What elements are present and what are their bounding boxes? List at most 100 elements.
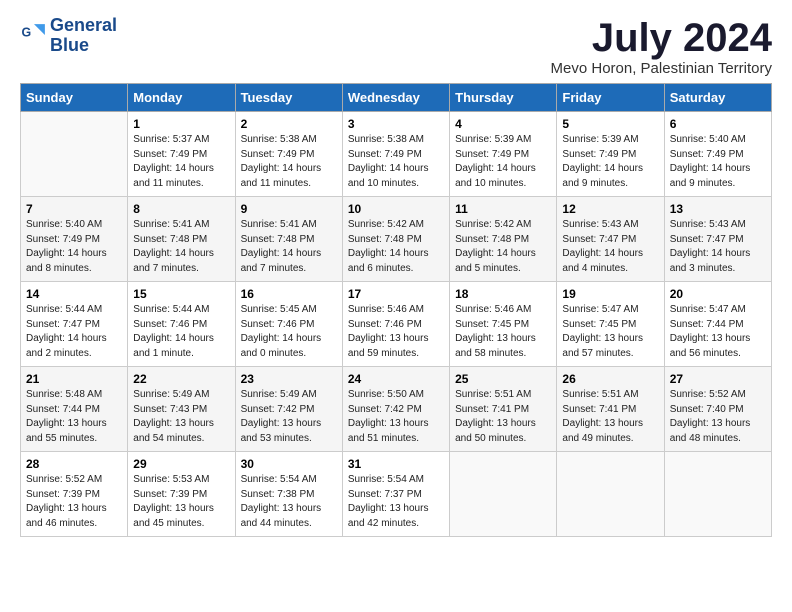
day-info: Sunrise: 5:50 AM Sunset: 7:42 PM Dayligh… (348, 388, 444, 446)
svg-text:G: G (22, 25, 32, 39)
day-info: Sunrise: 5:51 AM Sunset: 7:41 PM Dayligh… (455, 388, 551, 446)
calendar-day-cell: 12Sunrise: 5:43 AM Sunset: 7:47 PM Dayli… (557, 197, 664, 282)
calendar-day-cell: 24Sunrise: 5:50 AM Sunset: 7:42 PM Dayli… (342, 367, 449, 452)
day-number: 12 (562, 202, 658, 216)
day-info: Sunrise: 5:45 AM Sunset: 7:46 PM Dayligh… (241, 303, 337, 361)
calendar-week-row: 21 Sunrise: 5:48 AM Sunset: 7:44 PM Dayli… (21, 367, 772, 452)
calendar-day-cell: 19 Sunrise: 5:47 AM Sunset: 7:45 PM Dayli… (557, 282, 664, 367)
page-header: G General Blue July 2024 Mevo Horon, Pal… (20, 16, 772, 77)
day-number: 22 (133, 372, 229, 386)
day-number: 25 (455, 372, 551, 386)
calendar-day-cell (450, 452, 557, 537)
day-number: 16 (241, 287, 337, 301)
title-block: July 2024 Mevo Horon, Palestinian Territ… (551, 16, 772, 77)
calendar-day-cell: 29 Sunrise: 5:53 AM Sunset: 7:39 PM Dayli… (128, 452, 235, 537)
day-info: Sunrise: 5:51 AM Sunset: 7:41 PM Dayligh… (562, 388, 658, 446)
calendar-day-cell: 3 Sunrise: 5:38 AM Sunset: 7:49 PM Daylig… (342, 112, 449, 197)
weekday-header-cell: Sunday (21, 84, 128, 112)
day-number: 21 (26, 372, 122, 386)
day-info: Sunrise: 5:46 AM Sunset: 7:46 PM Dayligh… (348, 303, 444, 361)
calendar-day-cell: 14Sunrise: 5:44 AM Sunset: 7:47 PM Dayli… (21, 282, 128, 367)
calendar-body: 1 Sunrise: 5:37 AM Sunset: 7:49 PM Daylig… (21, 112, 772, 537)
calendar-day-cell: 6 Sunrise: 5:40 AM Sunset: 7:49 PM Daylig… (664, 112, 771, 197)
day-number: 5 (562, 117, 658, 131)
day-info: Sunrise: 5:48 AM Sunset: 7:44 PM Dayligh… (26, 388, 122, 446)
calendar-title: July 2024 (551, 16, 772, 60)
day-number: 30 (241, 457, 337, 471)
day-info: Sunrise: 5:39 AM Sunset: 7:49 PM Dayligh… (455, 133, 551, 191)
day-info: Sunrise: 5:38 AM Sunset: 7:49 PM Dayligh… (241, 133, 337, 191)
day-number: 3 (348, 117, 444, 131)
calendar-day-cell: 27 Sunrise: 5:52 AM Sunset: 7:40 PM Dayli… (664, 367, 771, 452)
day-info: Sunrise: 5:44 AM Sunset: 7:47 PM Dayligh… (26, 303, 122, 361)
day-info: Sunrise: 5:43 AM Sunset: 7:47 PM Dayligh… (670, 218, 766, 276)
calendar-day-cell: 30 Sunrise: 5:54 AM Sunset: 7:38 PM Dayli… (235, 452, 342, 537)
calendar-day-cell: 15 Sunrise: 5:44 AM Sunset: 7:46 PM Dayli… (128, 282, 235, 367)
calendar-day-cell (21, 112, 128, 197)
day-number: 15 (133, 287, 229, 301)
calendar-day-cell: 8Sunrise: 5:41 AM Sunset: 7:48 PM Daylig… (128, 197, 235, 282)
calendar-week-row: 1 Sunrise: 5:37 AM Sunset: 7:49 PM Daylig… (21, 112, 772, 197)
calendar-day-cell: 23Sunrise: 5:49 AM Sunset: 7:42 PM Dayli… (235, 367, 342, 452)
weekday-header-cell: Monday (128, 84, 235, 112)
day-info: Sunrise: 5:39 AM Sunset: 7:49 PM Dayligh… (562, 133, 658, 191)
day-number: 20 (670, 287, 766, 301)
day-number: 23 (241, 372, 337, 386)
day-number: 26 (562, 372, 658, 386)
calendar-day-cell: 17 Sunrise: 5:46 AM Sunset: 7:46 PM Dayli… (342, 282, 449, 367)
day-info: Sunrise: 5:52 AM Sunset: 7:40 PM Dayligh… (670, 388, 766, 446)
day-info: Sunrise: 5:40 AM Sunset: 7:49 PM Dayligh… (26, 218, 122, 276)
day-info: Sunrise: 5:53 AM Sunset: 7:39 PM Dayligh… (133, 473, 229, 531)
day-info: Sunrise: 5:54 AM Sunset: 7:38 PM Dayligh… (241, 473, 337, 531)
day-number: 28 (26, 457, 122, 471)
calendar-subtitle: Mevo Horon, Palestinian Territory (551, 60, 772, 77)
day-number: 27 (670, 372, 766, 386)
logo-text: General Blue (50, 16, 117, 56)
day-number: 1 (133, 117, 229, 131)
calendar-day-cell: 18 Sunrise: 5:46 AM Sunset: 7:45 PM Dayli… (450, 282, 557, 367)
calendar-week-row: 14Sunrise: 5:44 AM Sunset: 7:47 PM Dayli… (21, 282, 772, 367)
day-info: Sunrise: 5:47 AM Sunset: 7:44 PM Dayligh… (670, 303, 766, 361)
calendar-day-cell: 9Sunrise: 5:41 AM Sunset: 7:48 PM Daylig… (235, 197, 342, 282)
day-info: Sunrise: 5:42 AM Sunset: 7:48 PM Dayligh… (455, 218, 551, 276)
calendar-day-cell: 26 Sunrise: 5:51 AM Sunset: 7:41 PM Dayli… (557, 367, 664, 452)
day-number: 19 (562, 287, 658, 301)
calendar-table: SundayMondayTuesdayWednesdayThursdayFrid… (20, 83, 772, 537)
weekday-header-cell: Thursday (450, 84, 557, 112)
weekday-header-cell: Tuesday (235, 84, 342, 112)
day-number: 29 (133, 457, 229, 471)
calendar-day-cell: 5 Sunrise: 5:39 AM Sunset: 7:49 PM Daylig… (557, 112, 664, 197)
calendar-day-cell: 11 Sunrise: 5:42 AM Sunset: 7:48 PM Dayli… (450, 197, 557, 282)
calendar-day-cell: 13Sunrise: 5:43 AM Sunset: 7:47 PM Dayli… (664, 197, 771, 282)
day-number: 17 (348, 287, 444, 301)
calendar-day-cell: 16 Sunrise: 5:45 AM Sunset: 7:46 PM Dayli… (235, 282, 342, 367)
day-info: Sunrise: 5:37 AM Sunset: 7:49 PM Dayligh… (133, 133, 229, 191)
calendar-week-row: 28 Sunrise: 5:52 AM Sunset: 7:39 PM Dayli… (21, 452, 772, 537)
day-number: 6 (670, 117, 766, 131)
weekday-header-cell: Saturday (664, 84, 771, 112)
day-info: Sunrise: 5:47 AM Sunset: 7:45 PM Dayligh… (562, 303, 658, 361)
day-info: Sunrise: 5:46 AM Sunset: 7:45 PM Dayligh… (455, 303, 551, 361)
calendar-day-cell: 2Sunrise: 5:38 AM Sunset: 7:49 PM Daylig… (235, 112, 342, 197)
day-info: Sunrise: 5:49 AM Sunset: 7:43 PM Dayligh… (133, 388, 229, 446)
calendar-day-cell: 7 Sunrise: 5:40 AM Sunset: 7:49 PM Daylig… (21, 197, 128, 282)
day-info: Sunrise: 5:54 AM Sunset: 7:37 PM Dayligh… (348, 473, 444, 531)
day-number: 4 (455, 117, 551, 131)
day-number: 18 (455, 287, 551, 301)
calendar-day-cell (664, 452, 771, 537)
weekday-header-cell: Wednesday (342, 84, 449, 112)
day-number: 11 (455, 202, 551, 216)
calendar-day-cell: 25 Sunrise: 5:51 AM Sunset: 7:41 PM Dayli… (450, 367, 557, 452)
calendar-day-cell: 31 Sunrise: 5:54 AM Sunset: 7:37 PM Dayli… (342, 452, 449, 537)
day-number: 10 (348, 202, 444, 216)
day-info: Sunrise: 5:44 AM Sunset: 7:46 PM Dayligh… (133, 303, 229, 361)
day-number: 9 (241, 202, 337, 216)
day-info: Sunrise: 5:52 AM Sunset: 7:39 PM Dayligh… (26, 473, 122, 531)
day-info: Sunrise: 5:40 AM Sunset: 7:49 PM Dayligh… (670, 133, 766, 191)
day-info: Sunrise: 5:38 AM Sunset: 7:49 PM Dayligh… (348, 133, 444, 191)
calendar-day-cell: 1 Sunrise: 5:37 AM Sunset: 7:49 PM Daylig… (128, 112, 235, 197)
logo-icon: G (20, 21, 48, 49)
day-number: 31 (348, 457, 444, 471)
day-number: 7 (26, 202, 122, 216)
calendar-day-cell (557, 452, 664, 537)
